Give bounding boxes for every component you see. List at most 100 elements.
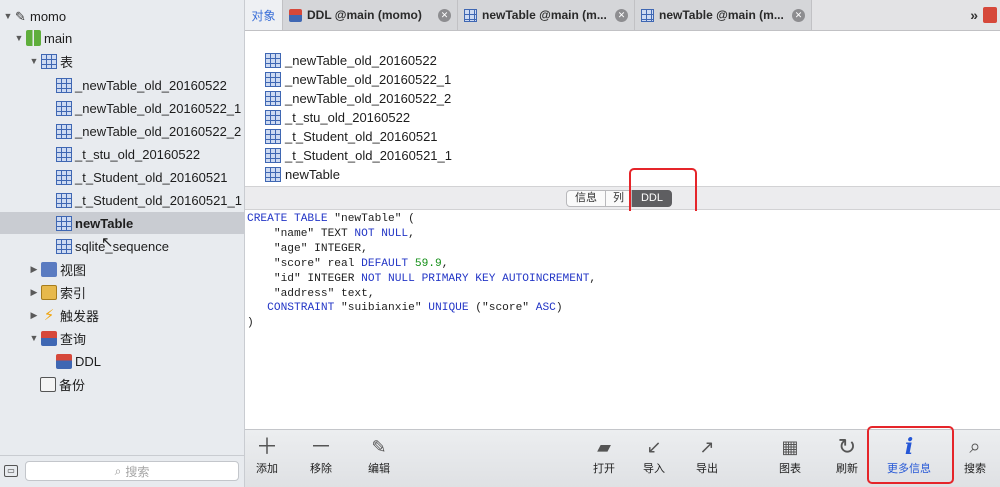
import-label: 导入 — [643, 463, 665, 475]
object-list-item[interactable]: _newTable_old_20160522_1 — [265, 70, 451, 89]
table-icon — [56, 169, 72, 185]
import-button[interactable]: ↙ 导入 — [632, 430, 676, 487]
connection-label: momo — [30, 8, 67, 24]
mouse-pointer-icon: ↖ — [101, 234, 114, 251]
close-icon[interactable]: ✕ — [792, 8, 805, 22]
add-button[interactable]: ＋ 添加 — [245, 430, 289, 487]
tab-overflow-button[interactable]: » — [970, 7, 978, 23]
edit-button[interactable]: ✎ 编辑 — [357, 430, 401, 487]
sql-text: , — [441, 257, 449, 270]
tab-ddl-query[interactable]: DDL @main (momo) ✕ — [283, 0, 458, 30]
object-list-item[interactable]: _newTable_old_20160522 — [265, 51, 437, 70]
tab-objects[interactable]: 对象 — [245, 0, 283, 30]
views-label: 视图 — [60, 262, 87, 278]
tab-label: newTable @main (m... — [659, 8, 784, 22]
disclosure-open-icon[interactable]: ▼ — [29, 56, 39, 66]
object-list-item[interactable]: _t_Student_old_20160521_1 — [265, 146, 452, 165]
index-icon — [41, 284, 57, 300]
sidebar-table-item[interactable]: _t_stu_old_20160522 — [0, 143, 244, 165]
tree-tables-group[interactable]: ▼ 表 — [0, 50, 244, 72]
tree-connection[interactable]: ▼ ✎ momo — [0, 5, 244, 27]
pencil-icon: ✎ — [371, 437, 387, 457]
object-label: newTable — [285, 167, 340, 182]
sidebar-table-item[interactable]: sqlite_sequence — [0, 235, 244, 257]
sidebar-table-item[interactable]: _t_Student_old_20160521_1 — [0, 189, 244, 211]
more-info-highlight-box — [867, 426, 954, 484]
sidebar-query-label: DDL — [75, 353, 102, 369]
sidebar-table-label: _t_stu_old_20160522 — [75, 146, 201, 162]
sql-keyword: NOT NULL — [354, 227, 409, 240]
sql-keyword: DEFAULT — [361, 257, 415, 270]
object-list-item[interactable]: _t_Student_old_20160521 — [265, 127, 438, 146]
disclosure-closed-icon[interactable]: ▶ — [29, 264, 39, 275]
table-icon — [265, 167, 281, 182]
table-icon — [265, 148, 281, 163]
table-icon — [56, 215, 72, 231]
code-line: CONSTRAINT "suibianxie" UNIQUE ("score" … — [247, 301, 1000, 316]
object-label: _newTable_old_20160522_1 — [285, 72, 452, 87]
sidebar-search-input[interactable]: ⌕ 搜索 — [25, 461, 239, 481]
sidebar-table-item[interactable]: _t_Student_old_20160521 — [0, 166, 244, 188]
object-label: _t_Student_old_20160521 — [285, 129, 438, 144]
object-list-item[interactable]: _t_stu_old_20160522 — [265, 108, 410, 127]
search-button[interactable]: ⌕ 搜索 — [953, 430, 997, 487]
sidebar-table-item[interactable]: _newTable_old_20160522_2 — [0, 120, 244, 142]
table-icon — [56, 192, 72, 208]
sql-keyword: UNIQUE — [428, 302, 476, 315]
close-icon[interactable]: ✕ — [615, 8, 628, 22]
sql-text: , — [408, 227, 415, 240]
tree-indexes-group[interactable]: ▶ 索引 — [0, 281, 244, 303]
object-list-item[interactable]: newTable — [265, 165, 340, 184]
tab-newtable[interactable]: newTable @main (m... ✕ — [458, 0, 635, 30]
table-icon — [265, 91, 281, 106]
tree-queries-group[interactable]: ▼ 查询 — [0, 327, 244, 349]
table-icon — [56, 146, 72, 162]
object-list-item[interactable]: _newTable_old_20160522_2 — [265, 89, 451, 108]
close-icon[interactable]: ✕ — [438, 8, 451, 22]
segment-info[interactable]: 信息 — [566, 190, 606, 207]
indexes-label: 索引 — [60, 285, 87, 301]
magnifier-icon: ⌕ — [969, 436, 981, 458]
code-line: "address" text, — [247, 287, 1000, 302]
backup-icon — [40, 376, 56, 392]
sidebar-query-item[interactable]: DDL — [0, 350, 244, 372]
tree-backups-group[interactable]: 备份 — [0, 373, 244, 395]
export-button[interactable]: ↗ 导出 — [685, 430, 729, 487]
remove-button[interactable]: － 移除 — [299, 430, 343, 487]
sidebar-table-label: _t_Student_old_20160521 — [75, 169, 228, 185]
object-label: _t_Student_old_20160521_1 — [285, 148, 452, 163]
sidebar-table-item[interactable]: _newTable_old_20160522 — [0, 74, 244, 96]
sidebar-table-label: _newTable_old_20160522_2 — [75, 123, 242, 139]
disclosure-open-icon[interactable]: ▼ — [14, 33, 24, 43]
disclosure-closed-icon[interactable]: ▶ — [29, 310, 39, 321]
chart-icon: ▦ — [781, 437, 799, 457]
folder-icon: ▰ — [597, 437, 611, 457]
refresh-button[interactable]: ↻ 刷新 — [825, 430, 869, 487]
sidebar-table-item[interactable]: _newTable_old_20160522_1 — [0, 97, 244, 119]
new-query-icon[interactable] — [983, 7, 997, 23]
sidebar-table-label: newTable — [75, 215, 134, 231]
disclosure-open-icon[interactable]: ▼ — [3, 11, 13, 21]
chart-label: 图表 — [779, 463, 801, 475]
minus-icon: － — [309, 434, 332, 459]
query-icon — [41, 330, 57, 346]
export-label: 导出 — [696, 463, 718, 475]
code-line: "name" TEXT NOT NULL, — [247, 227, 1000, 242]
table-icon — [464, 8, 477, 22]
tree-triggers-group[interactable]: ▶ ⚡ 触发器 — [0, 304, 244, 326]
table-icon — [265, 129, 281, 144]
disclosure-open-icon[interactable]: ▼ — [29, 333, 39, 343]
object-list: _newTable_old_20160522 _newTable_old_201… — [245, 31, 1000, 186]
sidebar-toggle-icon[interactable]: ▭ — [4, 465, 18, 477]
search-placeholder: 搜索 — [125, 464, 150, 479]
tree-database[interactable]: ▼ main — [0, 27, 244, 49]
chart-button[interactable]: ▦ 图表 — [768, 430, 812, 487]
tab-newtable-design[interactable]: newTable @main (m... ✕ — [635, 0, 812, 30]
sidebar-table-item-selected[interactable]: newTable — [0, 212, 244, 234]
tab-label: DDL @main (momo) — [307, 8, 422, 22]
sql-text: "suibianxie" — [341, 302, 429, 315]
tree-views-group[interactable]: ▶ 视图 — [0, 258, 244, 280]
disclosure-closed-icon[interactable]: ▶ — [29, 287, 39, 298]
open-button[interactable]: ▰ 打开 — [582, 430, 626, 487]
table-icon — [56, 238, 72, 254]
